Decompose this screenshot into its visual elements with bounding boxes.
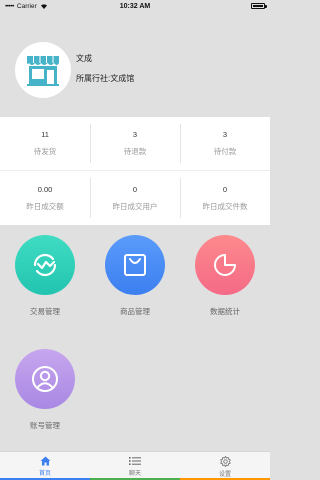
menu-transaction-management[interactable]: 交易管理 bbox=[0, 235, 90, 335]
account-button[interactable] bbox=[15, 349, 75, 409]
stat-yesterday-amount: 0.00 昨日成交额 bbox=[0, 171, 90, 225]
user-icon bbox=[32, 366, 58, 392]
order-stats: 11 待发货 3 待退款 3 待付款 bbox=[0, 117, 270, 171]
stat-value: 0 bbox=[132, 184, 138, 194]
menu-label: 商品管理 bbox=[120, 307, 150, 316]
menu-label: 交易管理 bbox=[30, 307, 60, 316]
pie-chart-icon bbox=[214, 254, 236, 276]
product-button[interactable] bbox=[105, 235, 165, 295]
stat-label: 昨日成交额 bbox=[26, 201, 64, 211]
list-icon bbox=[129, 457, 141, 465]
transaction-button[interactable] bbox=[15, 235, 75, 295]
stat-label: 待发货 bbox=[33, 147, 57, 156]
storefront-icon bbox=[27, 56, 59, 86]
stat-yesterday-users: 0 昨日成交用户 bbox=[90, 171, 180, 225]
stat-pending-shipment[interactable]: 11 待发货 bbox=[0, 117, 90, 170]
shop-name: 文成 bbox=[76, 54, 92, 63]
home-icon bbox=[40, 456, 50, 466]
menu-label: 账号管理 bbox=[30, 421, 60, 430]
tab-chat[interactable]: 聊天 bbox=[90, 452, 180, 480]
stat-value: 3 bbox=[222, 130, 228, 139]
stat-label: 昨日成交件数 bbox=[202, 201, 248, 211]
tab-home[interactable]: 首页 bbox=[0, 452, 90, 480]
statistics-button[interactable] bbox=[195, 235, 255, 295]
stat-label: 昨日成交用户 bbox=[112, 201, 158, 211]
stat-yesterday-items: 0 昨日成交件数 bbox=[180, 171, 270, 225]
avatar[interactable] bbox=[15, 42, 71, 98]
stat-value: 0.00 bbox=[37, 184, 53, 194]
status-time: 10:32 AM bbox=[119, 2, 151, 10]
transaction-icon bbox=[33, 253, 57, 277]
bottom-tab-bar: 首页 聊天 设置 bbox=[0, 451, 270, 480]
gear-icon bbox=[219, 456, 231, 467]
stat-value: 3 bbox=[132, 130, 138, 139]
stat-pending-payment[interactable]: 3 待付款 bbox=[180, 117, 270, 170]
stat-label: 待退款 bbox=[123, 147, 147, 156]
tab-label: 设置 bbox=[218, 472, 231, 478]
tab-label: 聊天 bbox=[128, 471, 141, 477]
status-bar: ••••• Carrier 10:32 AM bbox=[0, 0, 270, 12]
battery-indicator bbox=[251, 3, 267, 9]
yesterday-stats: 0.00 昨日成交额 0 昨日成交用户 0 昨日成交件数 bbox=[0, 171, 270, 225]
stat-value: 0 bbox=[222, 184, 228, 194]
stat-label: 待付款 bbox=[213, 147, 237, 156]
menu-data-statistics[interactable]: 数据统计 bbox=[180, 235, 270, 335]
tab-label: 首页 bbox=[38, 471, 51, 477]
stat-value: 11 bbox=[41, 130, 49, 139]
menu-label: 数据统计 bbox=[210, 307, 240, 316]
menu-product-management[interactable]: 商品管理 bbox=[90, 235, 180, 335]
tab-settings[interactable]: 设置 bbox=[180, 452, 270, 480]
profile-header: 文成 所属行社:文成馆 bbox=[0, 12, 270, 117]
stat-pending-refund[interactable]: 3 待退款 bbox=[90, 117, 180, 170]
menu-account-management[interactable]: 账号管理 bbox=[0, 349, 90, 449]
cooperative-label: 所属行社:文成馆 bbox=[76, 74, 135, 83]
battery-icon bbox=[251, 3, 267, 9]
shopping-bag-icon bbox=[124, 254, 146, 276]
